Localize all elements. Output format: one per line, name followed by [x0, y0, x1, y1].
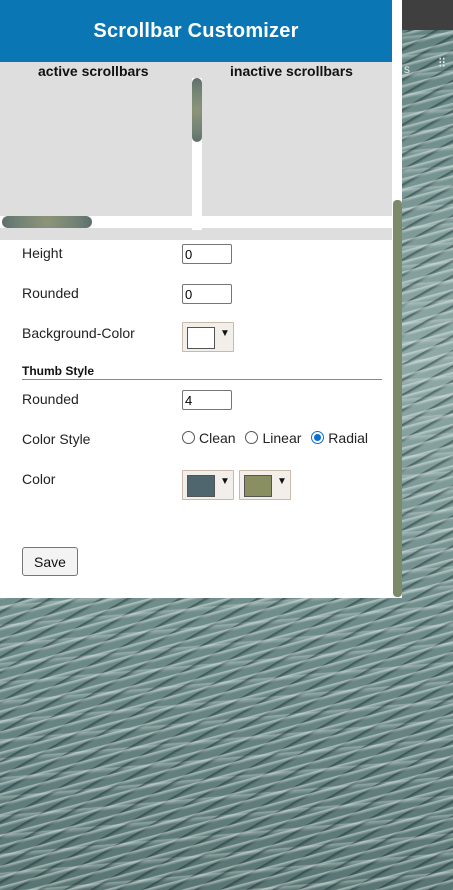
customizer-panel: Scrollbar Customizer active scrollbars i…: [0, 0, 392, 598]
track-rounded-input[interactable]: [182, 284, 232, 304]
page-title: Scrollbar Customizer: [0, 0, 392, 62]
preview-vertical-thumb[interactable]: [192, 78, 202, 142]
thumb-color-swatch-2: [244, 475, 272, 497]
height-input[interactable]: [182, 244, 232, 264]
preview-horizontal-thumb[interactable]: [2, 216, 92, 228]
track-rounded-label: Rounded: [22, 285, 79, 301]
color-style-radio-group: Clean Linear Radial: [182, 430, 374, 446]
scrollbar-preview: active scrollbars inactive scrollbars: [0, 62, 392, 240]
background-color-swatch: [187, 327, 215, 349]
section-divider: [22, 379, 382, 380]
thumb-rounded-label: Rounded: [22, 391, 79, 407]
outer-scrollbar-thumb[interactable]: [393, 200, 402, 597]
chevron-down-icon: ▼: [220, 476, 230, 487]
thumb-color-swatch-1: [187, 475, 215, 497]
radio-clean-label: Clean: [199, 430, 236, 446]
radio-linear-label: Linear: [262, 430, 302, 446]
color-style-label: Color Style: [22, 431, 91, 447]
radio-radial[interactable]: [311, 431, 325, 444]
thumb-style-heading: Thumb Style: [22, 364, 95, 378]
chevron-down-icon: ▼: [220, 328, 230, 339]
grid-dots-icon[interactable]: ⁝⁝: [438, 55, 450, 76]
active-scrollbars-label: active scrollbars: [38, 63, 149, 79]
thumb-color-picker-1[interactable]: ▼: [182, 470, 234, 500]
inactive-scrollbars-label: inactive scrollbars: [230, 63, 353, 79]
thumb-color-label: Color: [22, 471, 56, 487]
save-button[interactable]: Save: [22, 547, 78, 576]
radio-linear[interactable]: [245, 431, 259, 444]
height-label: Height: [22, 245, 63, 261]
chevron-down-icon: ▼: [277, 476, 287, 487]
background-topbar-text: s: [404, 62, 410, 76]
thumb-rounded-input[interactable]: [182, 390, 232, 410]
radio-clean[interactable]: [182, 431, 195, 444]
background-color-picker[interactable]: ▼: [182, 322, 234, 352]
background-color-label: Background-Color: [22, 325, 135, 341]
radio-radial-label: Radial: [328, 430, 368, 446]
thumb-color-picker-2[interactable]: ▼: [239, 470, 291, 500]
